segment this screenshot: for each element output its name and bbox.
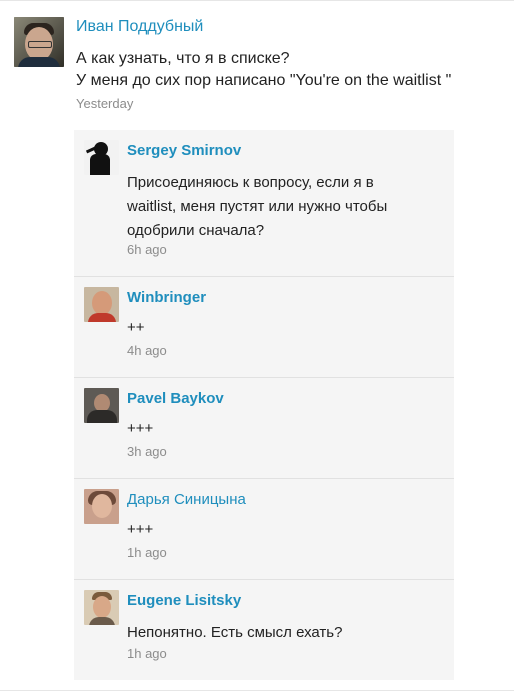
reply-text-line: Непонятно. Есть смысл ехать?	[127, 624, 343, 641]
reply-author[interactable]: Sergey Smirnov	[127, 142, 241, 159]
reply-timestamp: 1h ago	[127, 646, 167, 661]
reply-item: Winbringer ++ 4h ago	[74, 277, 454, 377]
post-timestamp: Yesterday	[76, 96, 134, 111]
reply-timestamp: 1h ago	[127, 545, 167, 560]
reply-text-line: ++	[127, 319, 145, 336]
avatar[interactable]	[84, 489, 119, 524]
avatar[interactable]	[84, 140, 119, 175]
reply-item: Eugene Lisitsky Непонятно. Есть смысл ех…	[74, 580, 454, 680]
avatar[interactable]	[84, 287, 119, 322]
top-divider	[0, 0, 514, 1]
reply-text-line: waitlist, меня пустят или нужно чтобы	[127, 198, 388, 215]
reply-item: Pavel Baykov +++ 3h ago	[74, 378, 454, 478]
reply-author[interactable]: Pavel Baykov	[127, 390, 224, 407]
reply-author[interactable]: Winbringer	[127, 289, 206, 306]
reply-text-line: +++	[127, 521, 154, 538]
avatar[interactable]	[84, 590, 119, 625]
post-author[interactable]: Иван Поддубный	[76, 18, 203, 36]
reply-text-line: +++	[127, 420, 154, 437]
reply-timestamp: 3h ago	[127, 444, 167, 459]
reply-timestamp: 6h ago	[127, 242, 167, 257]
post-text-line: У меня до сих пор написано "You're on th…	[76, 72, 452, 89]
reply-thread: Sergey Smirnov Присоединяюсь к вопросу, …	[74, 130, 454, 680]
reply-text-line: одобрили сначала?	[127, 222, 265, 239]
reply-item: Дарья Синицына +++ 1h ago	[74, 479, 454, 579]
bottom-divider	[0, 690, 514, 691]
reply-text-line: Присоединяюсь к вопросу, если я в	[127, 174, 374, 191]
reply-item: Sergey Smirnov Присоединяюсь к вопросу, …	[74, 130, 454, 276]
avatar[interactable]	[84, 388, 119, 423]
reply-timestamp: 4h ago	[127, 343, 167, 358]
reply-author[interactable]: Eugene Lisitsky	[127, 592, 241, 609]
reply-author[interactable]: Дарья Синицына	[127, 491, 246, 508]
avatar[interactable]	[14, 17, 64, 67]
post-text-line: А как узнать, что я в списке?	[76, 50, 290, 67]
